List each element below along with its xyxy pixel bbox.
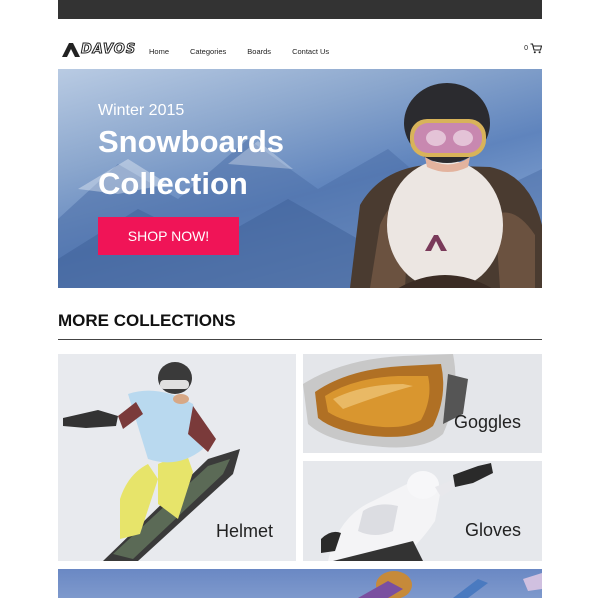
nav-link-home[interactable]: Home <box>149 47 169 56</box>
collection-tile-gloves[interactable]: Gloves <box>303 461 542 561</box>
nav-links: Home Categories Boards Contact Us <box>149 47 350 56</box>
nav-link-categories[interactable]: Categories <box>190 47 226 56</box>
hero-banner: Winter 2015 Snowboards Collection SHOP N… <box>58 69 542 288</box>
collection-tile-helmet[interactable]: Helmet <box>58 354 296 561</box>
section-divider <box>58 339 542 340</box>
hero-title-line1: Snowboards <box>98 124 285 159</box>
main-nav: DAVOS Home Categories Boards Contact Us … <box>58 36 542 64</box>
banner-preview-image <box>358 571 542 598</box>
cart-button[interactable]: 0 <box>524 43 542 54</box>
next-banner-preview <box>58 569 542 598</box>
brand-name: DAVOS <box>80 42 137 58</box>
hero-text: Winter 2015 Snowboards Collection <box>98 102 284 204</box>
hero-title-line2: Collection <box>98 166 248 201</box>
goggles-image <box>303 354 468 448</box>
tile-label-gloves: Gloves <box>465 520 522 540</box>
nav-link-contact[interactable]: Contact Us <box>292 47 329 56</box>
more-collections-title: MORE COLLECTIONS <box>58 311 236 330</box>
cart-icon <box>530 43 542 54</box>
brand-logo[interactable]: DAVOS <box>62 42 137 58</box>
shop-now-button[interactable]: SHOP NOW! <box>98 217 239 255</box>
logo-triangle-icon <box>62 42 80 57</box>
top-bar <box>58 0 542 19</box>
collection-tile-goggles[interactable]: Goggles <box>303 354 542 453</box>
tile-label-goggles: Goggles <box>454 412 522 432</box>
gloves-snowboarder-image <box>321 463 493 561</box>
tile-label-helmet: Helmet <box>216 521 274 541</box>
cart-count: 0 <box>524 45 528 52</box>
hero-eyebrow: Winter 2015 <box>98 102 185 119</box>
snowboarder-image <box>350 83 542 288</box>
nav-link-boards[interactable]: Boards <box>247 47 271 56</box>
